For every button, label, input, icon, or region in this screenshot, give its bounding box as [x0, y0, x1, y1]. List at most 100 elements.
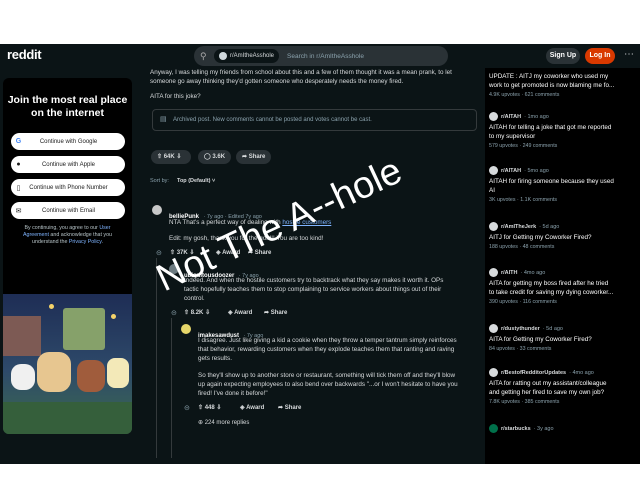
share-button[interactable]: ➦ Share: [236, 150, 272, 164]
vote-button[interactable]: ⇧ 64K ⇩: [151, 150, 191, 164]
subreddit-name[interactable]: r/starbucks: [501, 426, 531, 432]
character-shape: [107, 358, 129, 388]
tree-shape: [63, 308, 105, 350]
terms-part: By continuing, you agree to our: [24, 225, 98, 231]
thread-line: [156, 258, 157, 458]
subreddit-name[interactable]: r/AITH: [501, 270, 518, 276]
email-icon: ✉: [15, 207, 22, 215]
comment-text: that behavior, rewarding customers when …: [198, 346, 455, 353]
upvote-icon[interactable]: ⇧: [157, 154, 162, 160]
comment-votes[interactable]: ⇧ 8.2K ⇩: [184, 309, 210, 316]
downvote-icon[interactable]: ⇩: [216, 405, 221, 411]
share-icon: ➦: [264, 310, 270, 316]
title-line: and getting her fired to save my own job…: [489, 389, 605, 396]
related-post-title: AITA for getting my boss fired after he …: [489, 279, 639, 297]
subreddit-name[interactable]: r/AITAH: [501, 114, 521, 120]
upvote-icon[interactable]: ⇧: [184, 310, 189, 316]
title-line: AITA for ratting out my assistant/collea…: [489, 380, 607, 387]
related-post-subreddit: r/dustythunder · 5d ago: [489, 324, 639, 333]
upvote-icon[interactable]: ⇧: [198, 405, 203, 411]
related-post[interactable]: r/starbucks · 3y ago: [489, 424, 639, 433]
archived-text: Archived post. New comments cannot be po…: [173, 117, 372, 123]
post-age: · 1mo ago: [524, 113, 549, 120]
upvote-count: 4.9K upvotes: [489, 92, 520, 98]
privacy-policy-link[interactable]: Privacy Policy: [69, 239, 102, 245]
related-post[interactable]: r/BestofRedditorUpdates · 4mo ago AITA fo…: [489, 368, 639, 405]
more-replies-link[interactable]: ⊕ 224 more replies: [198, 419, 249, 426]
related-post-subreddit: r/AITAH · 1mo ago: [489, 112, 639, 121]
apple-icon: ●: [16, 161, 21, 168]
award-label: Award: [246, 405, 265, 411]
character-shape: [77, 360, 105, 392]
post-age: · 5d ago: [542, 325, 563, 332]
related-post[interactable]: r/AITAH · 1mo ago AITAH for telling a jok…: [489, 112, 639, 149]
related-post[interactable]: r/dustythunder · 5d ago AITA for Getting …: [489, 324, 639, 352]
award-icon: ◈: [240, 405, 245, 411]
subreddit-chip[interactable]: r/AmItheAsshole: [214, 49, 280, 63]
continue-google-button[interactable]: G Continue with Google: [10, 133, 125, 150]
upvote-count: 3K upvotes: [489, 197, 516, 203]
share-label: Share: [270, 310, 288, 316]
avatar[interactable]: [152, 205, 162, 215]
subreddit-name[interactable]: r/dustythunder: [501, 326, 540, 332]
avatar[interactable]: [181, 324, 191, 334]
title-line: AITAH for telling a joke that got me rep…: [489, 124, 612, 131]
sort-dropdown[interactable]: Top (Default) ˅: [177, 177, 215, 186]
comment-count: 1.1K comments: [520, 197, 558, 203]
award-button[interactable]: ◈ Award: [228, 309, 252, 316]
related-post[interactable]: UPDATE : AITJ my coworker who used my wor…: [489, 70, 639, 98]
related-post-title: AITA for Getting my Coworker Fired?: [489, 336, 592, 343]
award-button[interactable]: ◈ Award: [240, 404, 264, 411]
related-post[interactable]: r/AmITheJerk · 5d ago AITJ for Getting my…: [489, 222, 639, 250]
comment-text: fired! I've done it before!": [198, 390, 268, 397]
comment-text: So they'll show up to another store or r…: [198, 372, 456, 379]
post-body-line: Anyway, I was telling my friends from sc…: [150, 69, 452, 76]
sort-label: Sort by:: [150, 178, 169, 184]
post-question: AITA for this joke?: [150, 93, 201, 100]
signup-button[interactable]: Sign Up: [546, 48, 580, 64]
downvote-icon[interactable]: ⇩: [205, 310, 210, 316]
subreddit-name[interactable]: r/AmITheJerk: [501, 224, 536, 230]
upvote-count: 188 upvotes: [489, 244, 518, 250]
grass-shape: [3, 402, 132, 434]
comment-count: 3.6K: [212, 154, 226, 160]
related-post[interactable]: r/AITAH · 5mo ago AITAH for firing someon…: [489, 166, 639, 203]
comment-vote-count: 8.2K: [190, 310, 204, 316]
title-line: AI: [489, 187, 495, 194]
reddit-logo[interactable]: reddit: [7, 47, 42, 62]
subreddit-chip-label: r/AmItheAsshole: [230, 53, 275, 59]
comment-text: up again expecting employees to also ben…: [198, 381, 458, 388]
related-post-meta: 84 upvotes · 33 comments: [489, 346, 552, 352]
continue-phone-button[interactable]: ▯ Continue with Phone Number: [10, 179, 125, 196]
upvote-count: 579 upvotes: [489, 143, 518, 149]
share-icon: ➦: [242, 154, 248, 160]
related-post-subreddit: r/starbucks · 3y ago: [489, 424, 639, 433]
search-bar[interactable]: ⚲ r/AmItheAsshole Search in r/AmItheAssh…: [194, 46, 448, 66]
collapse-icon[interactable]: ⊝: [184, 404, 190, 412]
vote-count: 64K: [163, 154, 175, 160]
share-button[interactable]: ➦ Share: [278, 404, 301, 411]
subreddit-icon: [489, 222, 498, 231]
continue-email-button[interactable]: ✉ Continue with Email: [10, 202, 125, 219]
collapse-icon[interactable]: ⊝: [171, 309, 177, 317]
login-button[interactable]: Log In: [585, 48, 615, 64]
related-post[interactable]: r/AITH · 4mo ago AITA for getting my boss…: [489, 268, 639, 305]
building-shape: [3, 316, 41, 356]
comment-votes[interactable]: ⇧ 448 ⇩: [198, 404, 221, 411]
subreddit-name[interactable]: r/BestofRedditorUpdates: [501, 370, 566, 376]
downvote-icon[interactable]: ⇩: [176, 154, 181, 160]
related-post-title: AITJ for Getting my Coworker Fired?: [489, 234, 592, 241]
share-button[interactable]: ➦ Share: [264, 309, 287, 316]
continue-apple-label: Continue with Apple: [41, 161, 96, 168]
related-post-subreddit: r/AITH · 4mo ago: [489, 268, 639, 277]
thread-line: [171, 318, 172, 458]
more-menu-icon[interactable]: ⋯: [624, 50, 634, 60]
continue-google-label: Continue with Google: [39, 138, 98, 145]
award-icon: ◈: [228, 310, 233, 316]
subreddit-name[interactable]: r/AITAH: [501, 168, 521, 174]
related-post-title: UPDATE : AITJ my coworker who used my wor…: [489, 72, 639, 90]
continue-apple-button[interactable]: ● Continue with Apple: [10, 156, 125, 173]
related-post-subreddit: r/AITAH · 5mo ago: [489, 166, 639, 175]
comments-button[interactable]: ◯ 3.6K: [198, 150, 232, 164]
related-post-meta: 188 upvotes · 48 comments: [489, 244, 555, 250]
